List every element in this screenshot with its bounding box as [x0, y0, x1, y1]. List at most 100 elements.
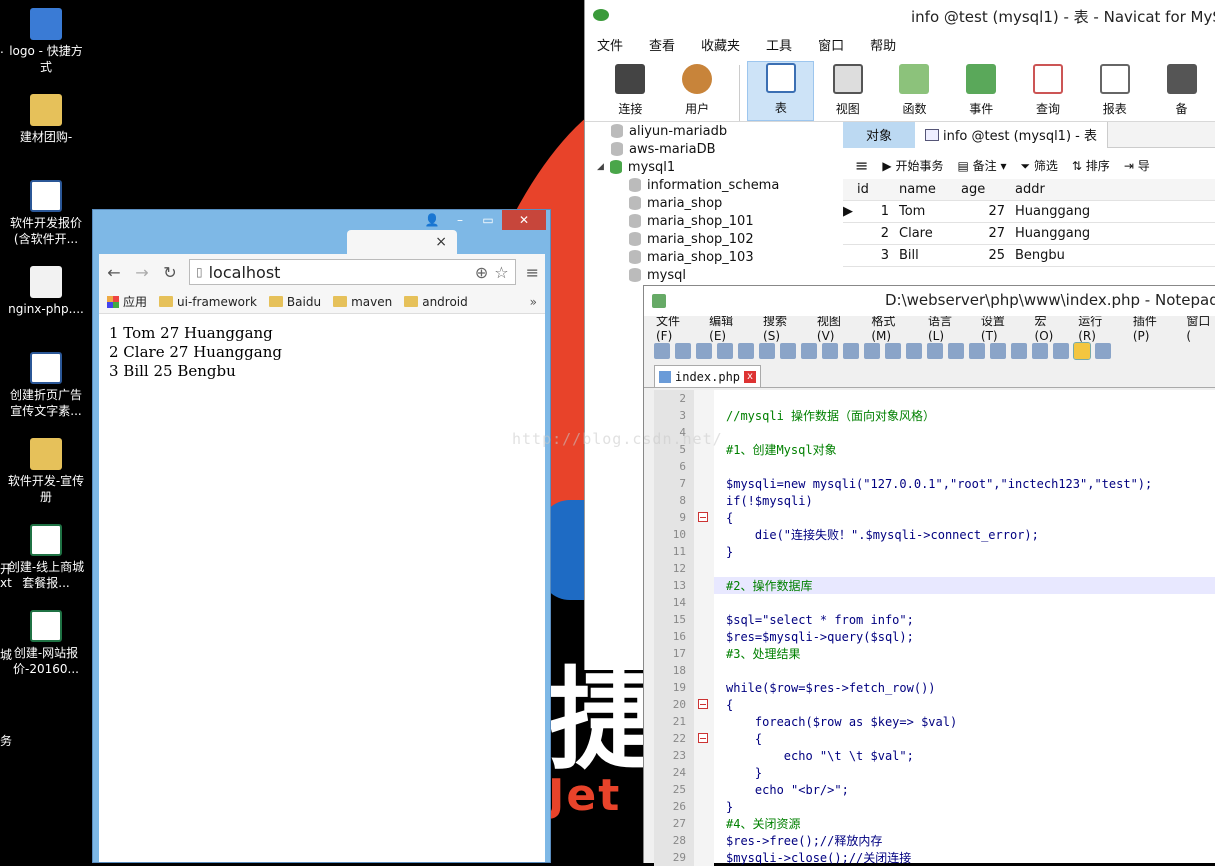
- tree-item-connection[interactable]: aws-mariaDB: [593, 140, 841, 158]
- begin-transaction-button[interactable]: ▶ 开始事务: [882, 157, 943, 174]
- copy-icon[interactable]: [822, 343, 838, 359]
- cell-name[interactable]: Bill: [895, 248, 957, 263]
- toolbar-user-button[interactable]: 用户: [664, 61, 731, 121]
- back-icon[interactable]: ←: [105, 263, 123, 282]
- menu-icon[interactable]: ≡: [526, 263, 539, 282]
- toolbar-table-button[interactable]: 表: [747, 61, 815, 121]
- toolbar-query-button[interactable]: 查询: [1015, 61, 1082, 121]
- zoom-in-icon[interactable]: [948, 343, 964, 359]
- tab-close-icon[interactable]: x: [744, 370, 757, 383]
- menu-edit[interactable]: 编辑(E): [709, 312, 750, 343]
- cell-name[interactable]: Clare: [895, 226, 957, 241]
- address-bar[interactable]: ▯ localhost ⊕ ☆: [189, 259, 516, 285]
- menu-file[interactable]: 文件: [597, 35, 623, 54]
- doc-map-icon[interactable]: [1095, 343, 1111, 359]
- desktop-icon-word-doc[interactable]: 软件开发报价(含软件开...: [6, 180, 86, 247]
- find-icon[interactable]: [906, 343, 922, 359]
- fold-toggle-icon[interactable]: [698, 512, 708, 522]
- cell-age[interactable]: 27: [957, 204, 1011, 219]
- bookmark-star-icon[interactable]: ☆: [494, 263, 508, 282]
- undo-icon[interactable]: [864, 343, 880, 359]
- export-button[interactable]: ⇥ 导: [1124, 157, 1150, 174]
- menu-language[interactable]: 语言(L): [928, 312, 968, 343]
- save-all-icon[interactable]: [717, 343, 733, 359]
- cell-addr[interactable]: Bengbu: [1011, 248, 1131, 263]
- desktop-icon-logo-shortcut[interactable]: logo - 快捷方式: [6, 8, 86, 75]
- column-header-addr[interactable]: addr: [1011, 182, 1131, 197]
- bookmark-android[interactable]: android: [404, 295, 468, 309]
- code-editor[interactable]: 2 3 //mysqli 操作数据（面向对象风格） 4 5 #1、创建Mysql对象…: [654, 390, 1215, 866]
- cell-addr[interactable]: Huanggang: [1011, 226, 1131, 241]
- menu-plugins[interactable]: 插件(P): [1133, 312, 1174, 343]
- column-header-id[interactable]: id: [855, 182, 895, 197]
- menu-search[interactable]: 搜索(S): [763, 312, 804, 343]
- column-header-name[interactable]: name: [895, 182, 957, 197]
- open-file-icon[interactable]: [675, 343, 691, 359]
- replace-icon[interactable]: [927, 343, 943, 359]
- tree-item-connection-expanded[interactable]: ◢ mysql1: [593, 158, 841, 176]
- fold-toggle-icon[interactable]: [698, 733, 708, 743]
- menu-window[interactable]: 窗口(: [1186, 312, 1215, 343]
- show-all-chars-icon[interactable]: [1053, 343, 1069, 359]
- url-text[interactable]: localhost: [209, 263, 281, 282]
- tree-item-database[interactable]: information_schema: [593, 176, 841, 194]
- save-icon[interactable]: [696, 343, 712, 359]
- tree-item-database[interactable]: maria_shop_102: [593, 230, 841, 248]
- cell-age[interactable]: 27: [957, 226, 1011, 241]
- desktop-icon-excel-2[interactable]: 创建-网站报价-20160...: [6, 610, 86, 677]
- menu-macro[interactable]: 宏(O): [1035, 312, 1066, 343]
- expand-arrow-icon[interactable]: ◢: [597, 162, 604, 172]
- desktop-icon-word-doc-2[interactable]: 创建折页广告宣传文字素...: [6, 352, 86, 419]
- new-file-icon[interactable]: [654, 343, 670, 359]
- sort-button[interactable]: ⇅ 排序: [1072, 157, 1110, 174]
- toolbar-event-button[interactable]: 事件: [948, 61, 1015, 121]
- memo-button[interactable]: ▤ 备注 ▾: [957, 157, 1006, 174]
- toolbar-connect-button[interactable]: 连接: [597, 61, 664, 121]
- sync-v-icon[interactable]: [990, 343, 1006, 359]
- minimize-icon[interactable]: –: [446, 210, 474, 230]
- toolbar-view-button[interactable]: 视图: [814, 61, 881, 121]
- maximize-icon[interactable]: ▭: [474, 210, 502, 230]
- tree-item-database[interactable]: mysql: [593, 266, 841, 284]
- menu-format[interactable]: 格式(M): [871, 312, 915, 343]
- cell-id[interactable]: 1: [855, 204, 895, 219]
- tab-objects[interactable]: 对象: [843, 121, 915, 148]
- bookmark-baidu[interactable]: Baidu: [268, 295, 321, 309]
- menu-run[interactable]: 运行(R): [1078, 312, 1120, 343]
- sync-h-icon[interactable]: [1011, 343, 1027, 359]
- fold-gutter[interactable]: [694, 730, 714, 747]
- print-icon[interactable]: [780, 343, 796, 359]
- browser-tab[interactable]: ×: [347, 230, 457, 254]
- indent-guide-icon[interactable]: [1073, 342, 1091, 360]
- menu-settings[interactable]: 设置(T): [981, 312, 1022, 343]
- filter-button[interactable]: ⏷ 筛选: [1020, 157, 1057, 174]
- tree-item-connection[interactable]: aliyun-mariadb: [593, 122, 841, 140]
- menu-help[interactable]: 帮助: [870, 35, 896, 54]
- tree-item-database[interactable]: maria_shop_101: [593, 212, 841, 230]
- column-header-age[interactable]: age: [957, 182, 1011, 197]
- cut-icon[interactable]: [801, 343, 817, 359]
- menu-favorites[interactable]: 收藏夹: [701, 35, 740, 54]
- bookmarks-more-icon[interactable]: »: [530, 295, 537, 309]
- bookmark-maven[interactable]: maven: [333, 295, 392, 309]
- menu-file[interactable]: 文件(F): [656, 312, 696, 343]
- fold-gutter[interactable]: [694, 509, 714, 526]
- tree-item-database[interactable]: maria_shop: [593, 194, 841, 212]
- menu-view[interactable]: 视图(V): [817, 312, 858, 343]
- paste-icon[interactable]: [843, 343, 859, 359]
- tab-info-table[interactable]: info @test (mysql1) - 表: [915, 121, 1108, 148]
- table-row[interactable]: 3 Bill 25 Bengbu: [843, 245, 1215, 267]
- tree-item-database[interactable]: maria_shop_103: [593, 248, 841, 266]
- forward-icon[interactable]: →: [133, 263, 151, 282]
- cell-age[interactable]: 25: [957, 248, 1011, 263]
- file-tab-index-php[interactable]: index.php x: [654, 365, 762, 387]
- cell-id[interactable]: 3: [855, 248, 895, 263]
- zoom-out-icon[interactable]: [969, 343, 985, 359]
- desktop-icon-folder-2[interactable]: 软件开发-宣传册: [6, 438, 86, 505]
- toolbar-function-button[interactable]: 函数: [881, 61, 948, 121]
- toolbar-report-button[interactable]: 报表: [1081, 61, 1148, 121]
- close-icon[interactable]: ✕: [502, 210, 546, 230]
- menu-tools[interactable]: 工具: [766, 35, 792, 54]
- bookmark-apps[interactable]: 应用: [107, 293, 147, 310]
- bookmark-ui-framework[interactable]: ui-framework: [159, 295, 257, 309]
